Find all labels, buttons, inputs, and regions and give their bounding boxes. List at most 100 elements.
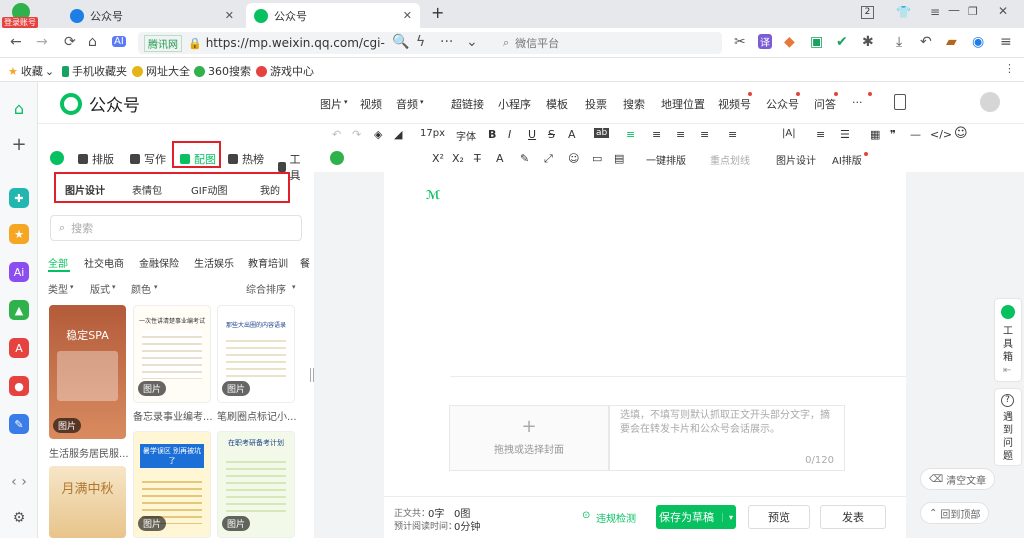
underline-button[interactable]: U xyxy=(528,128,536,141)
bookmark-360[interactable]: 360搜索 xyxy=(194,63,251,79)
panel-tab-hot[interactable]: 热榜 xyxy=(228,151,264,167)
forward-icon[interactable]: → xyxy=(36,34,48,50)
align-left-button[interactable]: ≡ xyxy=(626,128,635,141)
skin-icon[interactable]: 👕 xyxy=(896,5,911,19)
more-icon[interactable]: ⋮ xyxy=(1004,62,1015,75)
app-plus-icon[interactable]: ✚ xyxy=(9,188,29,208)
highlight-line-button[interactable]: 重点划线 xyxy=(710,152,750,167)
download-icon[interactable]: ⤓ xyxy=(896,34,902,50)
close-icon[interactable]: ✕ xyxy=(225,9,234,22)
plugin-logo-icon[interactable] xyxy=(50,151,64,165)
media-tool[interactable]: 模板 xyxy=(546,96,568,112)
template-thumbnail[interactable]: 那些大出圈的内容语录 图片 xyxy=(217,305,295,403)
category-item[interactable]: 社交电商 xyxy=(84,255,124,270)
home-icon[interactable]: ⌂ xyxy=(88,34,97,50)
site-logo[interactable]: 公众号 xyxy=(60,91,140,116)
redo-button[interactable]: ↷ xyxy=(352,128,361,141)
reload-icon[interactable]: ⟳ xyxy=(64,34,76,50)
template-thumbnail[interactable]: 暑学误区 别再被坑了 图片 xyxy=(133,431,211,538)
strike-button[interactable]: S xyxy=(548,128,555,141)
template-thumbnail[interactable]: 月满中秋 xyxy=(49,466,126,538)
quote-button[interactable]: ❞ xyxy=(890,128,896,141)
font-size-select[interactable]: 17px xyxy=(420,128,445,139)
extension-icon[interactable]: ✱ xyxy=(862,34,874,50)
ai-layout-button[interactable]: AI排版 xyxy=(832,152,862,167)
media-tool[interactable]: 投票 xyxy=(585,96,607,112)
clear-style-button[interactable]: T̶ xyxy=(474,152,481,165)
emoji-button[interactable]: ☺ xyxy=(954,126,968,141)
media-tool[interactable]: 音频 xyxy=(396,96,418,112)
template-thumbnail[interactable]: 在职考研备考计划 图片 xyxy=(217,431,295,538)
check-icon[interactable]: ✔ xyxy=(836,34,848,50)
bookmark-games[interactable]: 游戏中心 xyxy=(256,63,314,79)
app-star-icon[interactable]: ★ xyxy=(9,224,29,244)
category-item[interactable]: 餐 xyxy=(300,255,310,270)
media-tool[interactable]: 小程序 xyxy=(498,96,531,112)
bolt-icon[interactable]: ϟ xyxy=(416,34,425,50)
font-family-select[interactable]: 字体 xyxy=(456,128,476,143)
save-draft-button[interactable]: 保存为草稿 ▾ xyxy=(656,505,736,529)
browser-logo-icon[interactable]: ◉ xyxy=(972,34,984,50)
more-icon[interactable]: ··· xyxy=(852,96,863,109)
template-thumbnail[interactable]: 一次性讲清楚事业编考试 图片 xyxy=(133,305,211,403)
font-color-button[interactable]: A xyxy=(568,128,576,141)
category-item[interactable]: 金融保险 xyxy=(139,255,179,270)
image-design-button[interactable]: 图片设计 xyxy=(776,152,816,167)
align-center-button[interactable]: ≡ xyxy=(652,128,661,141)
subscript-button[interactable]: X₂ xyxy=(452,152,464,165)
code-button[interactable]: </> xyxy=(930,128,952,141)
subtab-mine[interactable]: 我的 xyxy=(260,182,280,197)
line-height-button[interactable]: ≡ xyxy=(728,128,737,141)
list-button[interactable]: ☰ xyxy=(840,128,850,141)
home-icon[interactable]: ⌂ xyxy=(9,98,29,118)
publish-button[interactable]: 发表 xyxy=(820,505,886,529)
ai-icon[interactable]: AI xyxy=(112,36,126,47)
help-float[interactable]: ? 遇到问题 xyxy=(994,388,1022,466)
menu-icon[interactable]: ≡ xyxy=(930,5,940,19)
card-button[interactable]: ▤ xyxy=(614,152,624,165)
browser-search-input[interactable]: ⌕ 微信平台 xyxy=(495,32,722,54)
close-icon[interactable]: ✕ xyxy=(403,9,412,22)
phone-preview-icon[interactable] xyxy=(894,94,906,110)
media-tool[interactable]: 公众号 xyxy=(766,96,799,112)
fullscreen-button[interactable]: ⤢ xyxy=(544,152,553,166)
superscript-button[interactable]: X² xyxy=(432,152,444,165)
one-click-layout-button[interactable]: 一键排版 xyxy=(646,152,686,167)
italic-button[interactable]: I xyxy=(508,128,511,141)
filter-layout[interactable]: 版式 xyxy=(90,281,110,296)
media-tool[interactable]: 图片 xyxy=(320,96,342,112)
preview-button[interactable]: 预览 xyxy=(748,505,810,529)
category-all[interactable]: 全部 xyxy=(48,255,68,270)
bookmark-nav[interactable]: 网址大全 xyxy=(132,63,190,79)
letter-spacing-button[interactable]: |A| xyxy=(782,128,796,139)
app-image-icon[interactable]: ▲ xyxy=(9,300,29,320)
bold-button[interactable]: B xyxy=(488,128,496,141)
filter-sort[interactable]: 综合排序 xyxy=(246,281,286,296)
collapse-icon[interactable]: ‹ › xyxy=(9,472,29,492)
template-thumbnail[interactable]: 稳定SPA 图片 xyxy=(49,305,126,439)
book-icon[interactable]: ▣ xyxy=(810,34,823,50)
align-justify-button[interactable]: ≡ xyxy=(700,128,709,141)
bookmark-mobile[interactable]: 手机收藏夹 xyxy=(62,63,127,79)
browser-logo[interactable]: 登录账号 xyxy=(2,2,38,28)
media-tool[interactable]: 超链接 xyxy=(451,96,484,112)
cover-upload-box[interactable]: + 拖拽或选择封面 xyxy=(449,405,609,471)
filter-type[interactable]: 类型 xyxy=(48,281,68,296)
bookmark-favorites[interactable]: ★ 收藏 ⌄ xyxy=(8,63,54,79)
browser-tab-2[interactable]: 公众号 ✕ xyxy=(246,3,420,28)
browser-tab-1[interactable]: 公众号 ✕ xyxy=(62,3,242,28)
pen-button[interactable]: ✎ xyxy=(520,152,529,165)
window-close-icon[interactable]: ✕ xyxy=(998,4,1008,18)
compliance-check-link[interactable]: 违规检测 xyxy=(596,510,636,525)
game-icon[interactable]: ◆ xyxy=(784,34,795,50)
menu-icon[interactable]: ≡ xyxy=(1000,34,1012,50)
subtab-gif[interactable]: GIF动图 xyxy=(191,182,227,197)
translate-icon[interactable]: 译 xyxy=(758,34,772,49)
ad-button[interactable]: ▭ xyxy=(592,152,602,165)
app-record-icon[interactable]: ● xyxy=(9,376,29,396)
minimize-icon[interactable]: — xyxy=(948,3,960,17)
editor-canvas[interactable]: ℳ xyxy=(384,172,906,538)
clear-format-icon[interactable]: ◢ xyxy=(394,128,402,141)
material-search-input[interactable]: ⌕ 搜索 xyxy=(50,215,302,241)
restore-icon[interactable]: ❐ xyxy=(968,5,978,18)
